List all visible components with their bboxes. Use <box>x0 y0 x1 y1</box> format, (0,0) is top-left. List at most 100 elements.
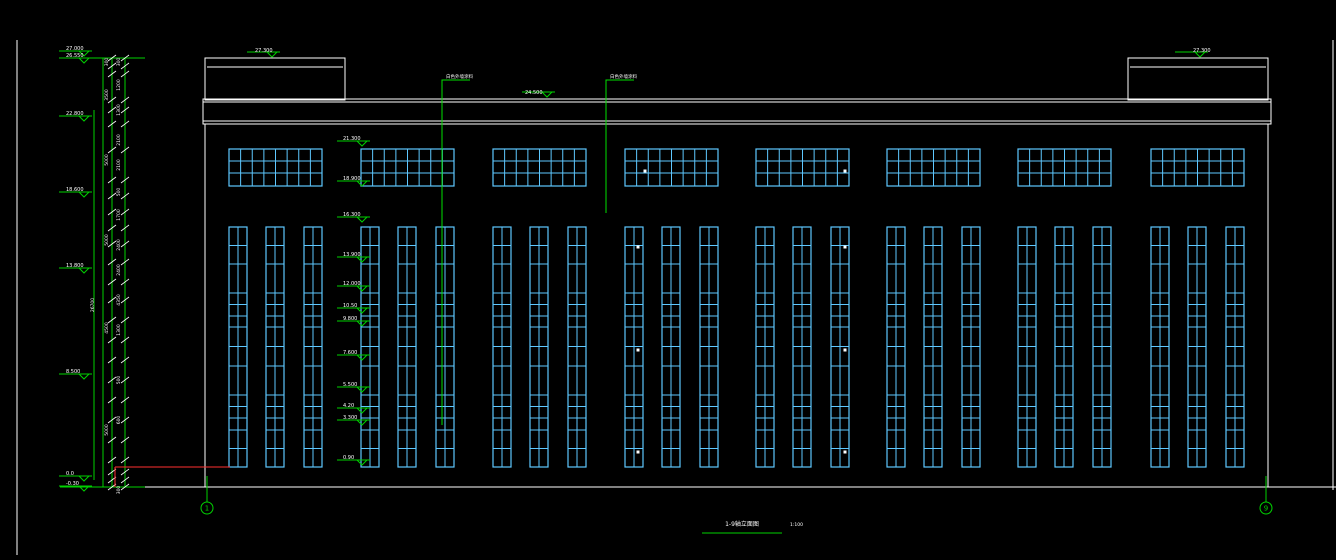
level-value: 18.900 <box>343 176 361 182</box>
left-dimension-chain: 300 300 3500 1200 5000 2100 1300 5000 2100 500 450… <box>59 46 145 494</box>
dimension-value: 3500 <box>104 89 110 101</box>
level-value: 0.90 <box>343 455 354 461</box>
level-value: 27.000 <box>66 46 84 52</box>
level-value: 13.800 <box>66 263 84 269</box>
dimension-value: 1700 <box>116 209 122 221</box>
clerestory-window <box>1017 148 1112 187</box>
level-value: 7.600 <box>343 350 357 356</box>
tall-window <box>303 226 323 468</box>
clerestory-window <box>886 148 981 187</box>
level-value: 8.500 <box>66 369 80 375</box>
level-value: 12.000 <box>343 281 361 287</box>
clerestory-window <box>228 148 323 187</box>
level-marker: 7.600 <box>337 350 370 361</box>
detail-mark <box>843 348 847 352</box>
tall-window <box>923 226 943 468</box>
drawing-scale: 1:100 <box>790 522 803 528</box>
tall-window <box>567 226 587 468</box>
dimension-value: 4500 <box>104 322 110 334</box>
tall-window <box>755 226 775 468</box>
level-marker: 27.300 <box>247 48 280 58</box>
level-value: 5.500 <box>343 382 357 388</box>
level-value: 16.300 <box>343 212 361 218</box>
level-marker: 0.0 <box>59 471 92 482</box>
cornice-band <box>202 98 1272 125</box>
axis-label-1: 1 <box>205 505 209 513</box>
dimension-value: 500 <box>116 188 122 197</box>
level-value: 24.500 <box>525 90 543 96</box>
tall-window <box>1225 226 1245 468</box>
material-leaders <box>441 79 634 425</box>
level-marker: 13.900 <box>337 252 370 263</box>
dimension-value: 26700 <box>90 298 96 312</box>
level-value: 3.300 <box>343 415 357 421</box>
detail-mark <box>643 169 647 173</box>
level-value: -0.30 <box>66 481 79 487</box>
leader-line-1 <box>441 79 470 425</box>
level-marker: 8.500 <box>59 369 92 380</box>
level-marker: 13.800 <box>59 263 92 274</box>
tall-window <box>699 226 719 468</box>
building-outline <box>16 40 1336 555</box>
level-value: 26.550 <box>66 53 84 59</box>
level-value: 9.800 <box>343 316 357 322</box>
dimension-value: 4350 <box>116 294 122 306</box>
dimension-value: 2100 <box>116 134 122 146</box>
windows-layer <box>228 148 1245 468</box>
tall-window <box>624 226 644 468</box>
material-note-1: 白色外墙涂料 <box>446 73 473 80</box>
dimension-value: 2400 <box>116 239 122 251</box>
level-marker: 9.800 <box>337 316 370 327</box>
level-marker: 0.90 <box>337 455 370 466</box>
dimension-value: 2100 <box>116 159 122 171</box>
level-value: 27.300 <box>255 48 273 54</box>
tall-window <box>360 226 380 468</box>
level-value: 21.300 <box>343 136 361 142</box>
level-value: 13.900 <box>343 252 361 258</box>
top-level-markers: 27.300 24.500 27.300 <box>247 48 1211 98</box>
tall-window <box>1017 226 1037 468</box>
level-marker: 21.300 <box>337 136 370 147</box>
tall-window <box>792 226 812 468</box>
level-marker: 26.550 <box>59 53 92 64</box>
dimension-value: 1200 <box>116 79 122 91</box>
elevation-drawing: 3003003500120050002100130050002100500450… <box>16 40 1336 555</box>
level-marker: 24.500 <box>522 90 555 98</box>
clerestory-window <box>492 148 587 187</box>
tall-window <box>1092 226 1112 468</box>
level-marker: 3.300 <box>337 415 370 426</box>
inner-level-markers: 21.300 18.900 16.300 13.900 12.000 10.50 9.800… <box>337 136 370 466</box>
dimension-value: 500 <box>116 376 122 385</box>
tall-window <box>397 226 417 468</box>
tall-window <box>1187 226 1207 468</box>
right-roof-parapet <box>1127 57 1269 101</box>
clerestory-window <box>624 148 719 187</box>
level-value: 18.600 <box>66 187 84 193</box>
leader-line-2 <box>605 79 634 213</box>
level-value: 4.20 <box>343 403 354 409</box>
level-marker: 27.300 <box>1175 48 1211 58</box>
axis-label-9: 9 <box>1264 505 1268 513</box>
dimension-value: 1300 <box>116 104 122 116</box>
dimension-value: 2400 <box>116 264 122 276</box>
level-value: 22.800 <box>66 111 84 117</box>
dimension-value: 300 <box>116 58 122 67</box>
clerestory-window <box>1150 148 1245 187</box>
level-marker: 22.800 <box>59 111 92 122</box>
dimension-value: 5000 <box>104 154 110 166</box>
material-note-2: 白色外墙涂料 <box>610 73 637 80</box>
level-marker: 16.300 <box>337 212 370 223</box>
tall-window <box>228 226 248 468</box>
level-marker: 12.000 <box>337 281 370 292</box>
clerestory-window <box>360 148 455 187</box>
level-marker: -0.30 <box>59 481 92 492</box>
tall-window <box>886 226 906 468</box>
tall-window <box>1150 226 1170 468</box>
axis-marker-1: 1 <box>200 476 214 515</box>
tall-window <box>1054 226 1074 468</box>
dimension-value: 300 <box>104 58 110 67</box>
level-value: 27.300 <box>1193 48 1211 54</box>
level-marker: 4.20 <box>337 403 370 414</box>
dimension-value: 1300 <box>116 324 122 336</box>
level-value: 10.50 <box>343 303 357 309</box>
